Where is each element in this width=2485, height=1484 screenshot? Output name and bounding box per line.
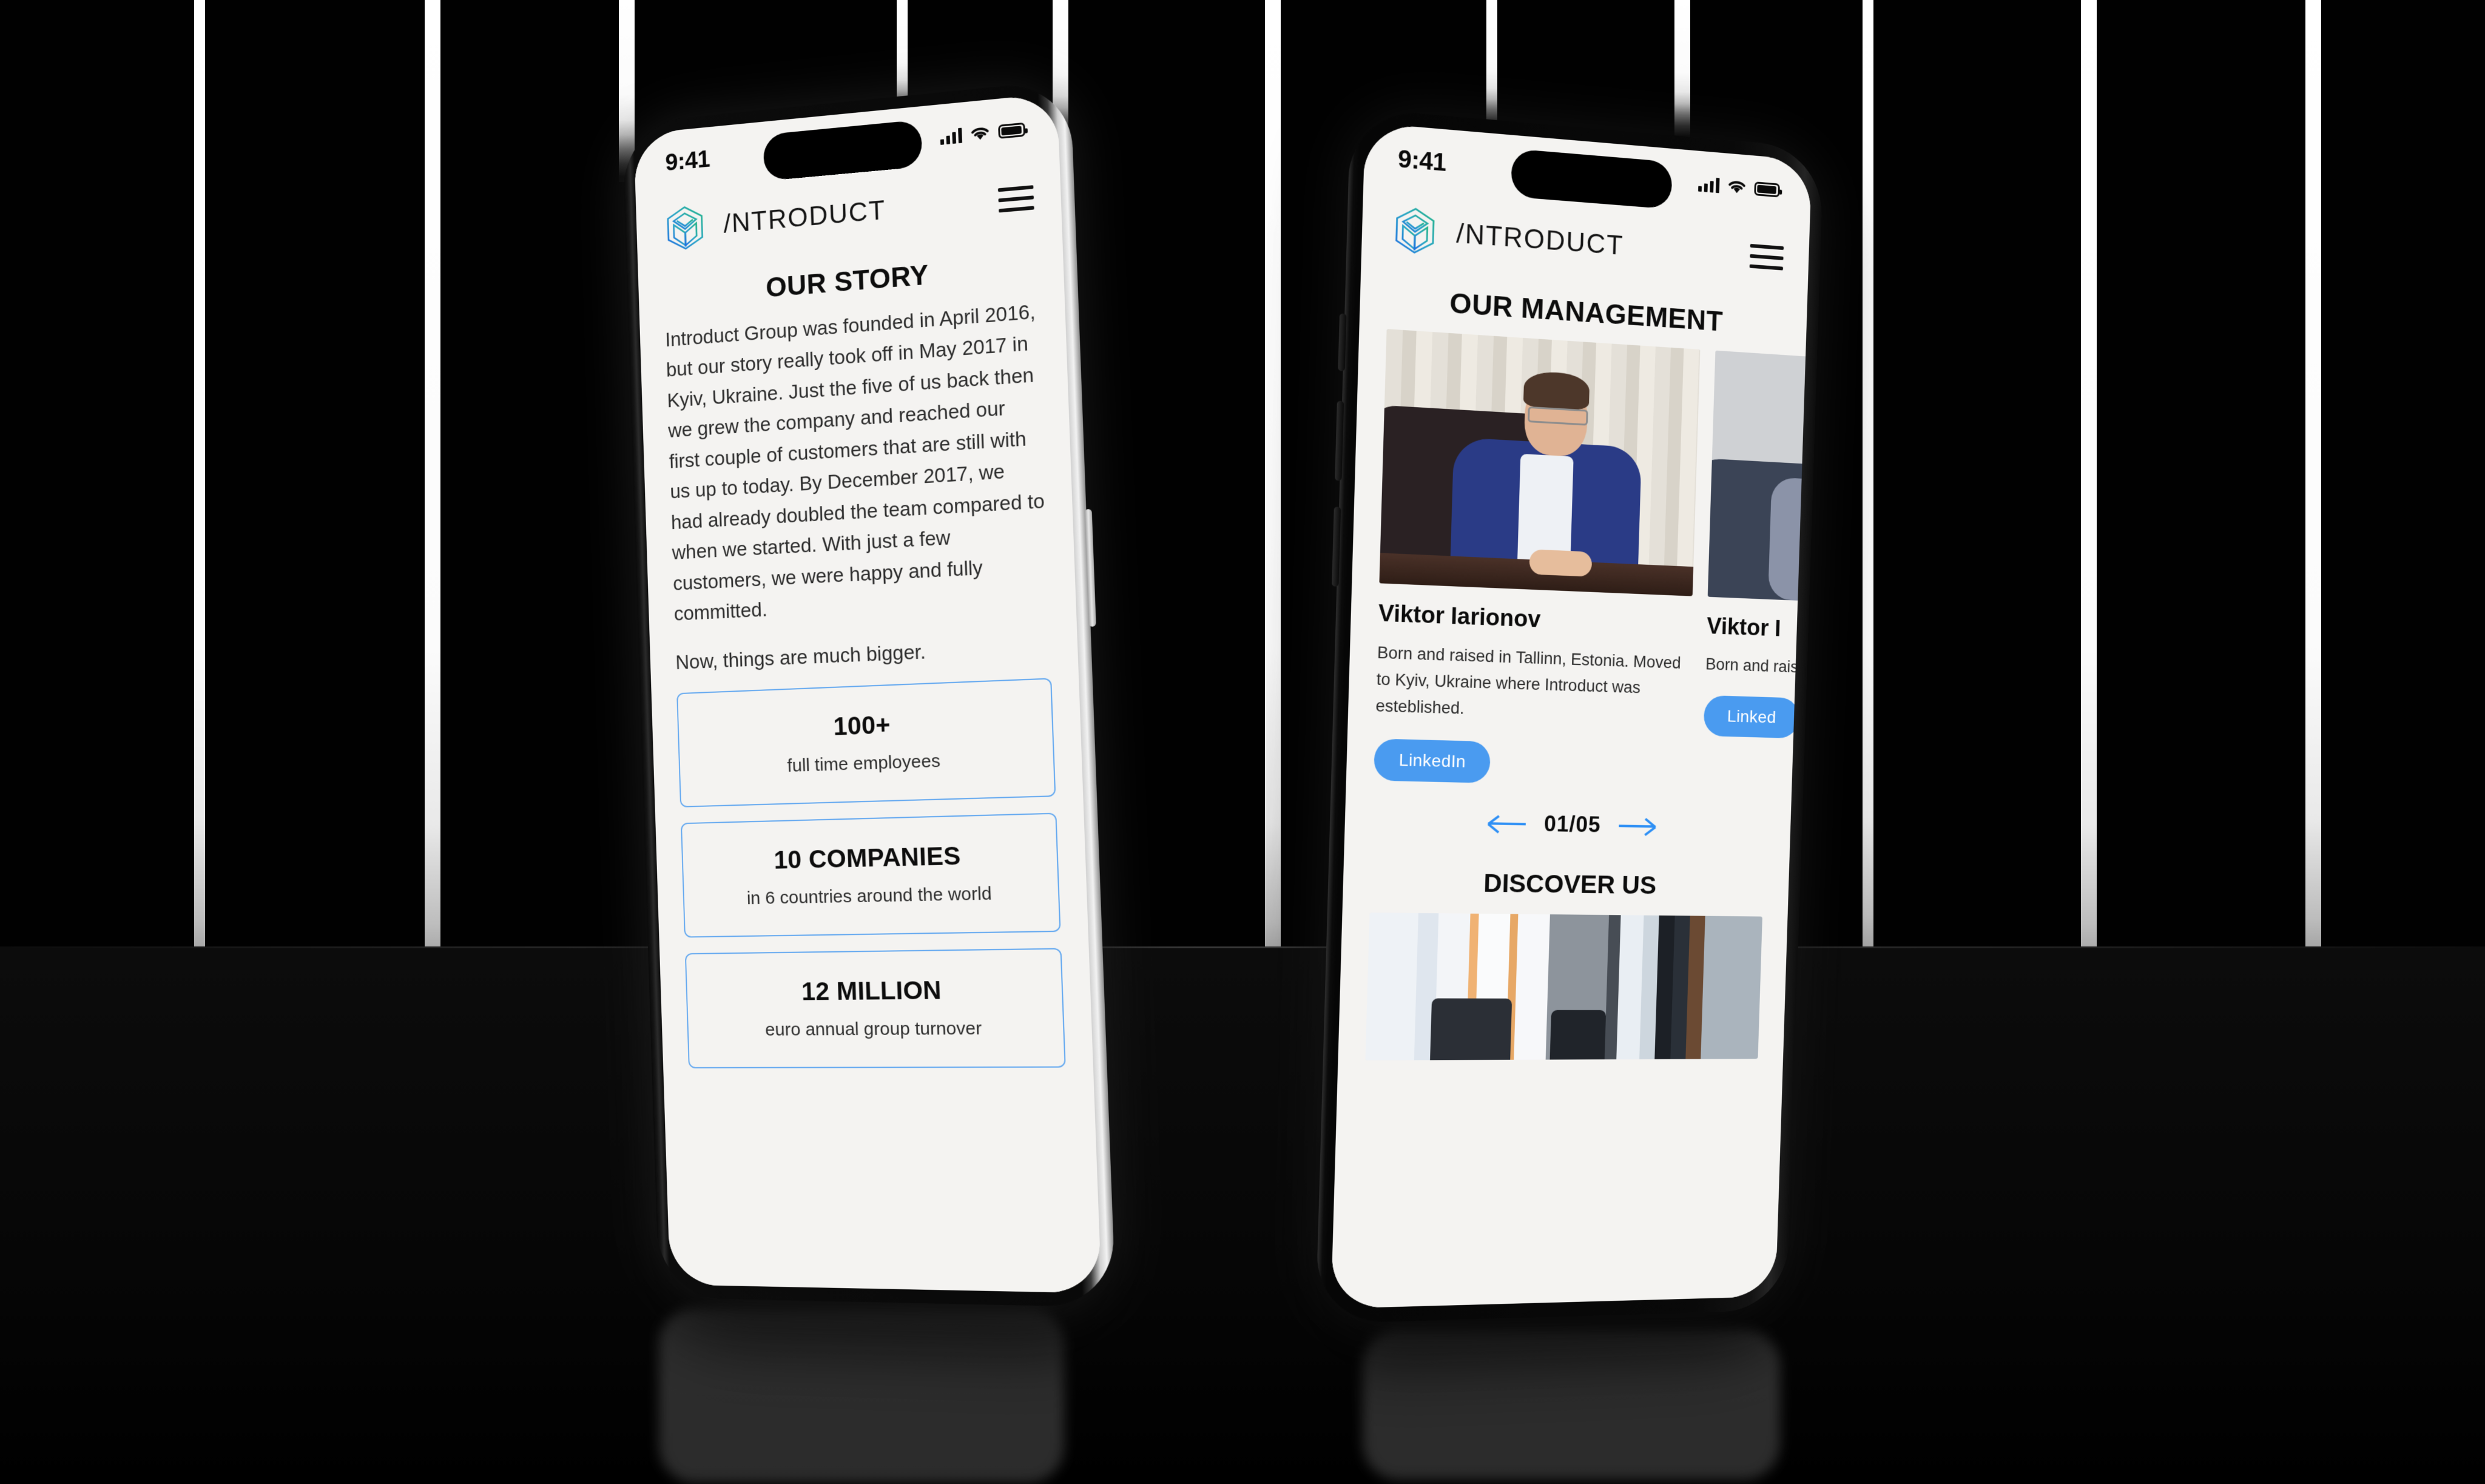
portrait-viktor-iarionov <box>1379 329 1701 596</box>
brand-wordmark: /NTRODUCT <box>723 195 886 239</box>
introduct-logo-mark[interactable] <box>1389 203 1441 258</box>
right-phone-reflection <box>1353 1320 1790 1484</box>
wifi-icon <box>1727 178 1747 195</box>
story-paragraph-2: Now, things are much bigger. <box>675 640 926 673</box>
stat-label: full time employees <box>787 750 941 777</box>
stat-card: 10 COMPANIES in 6 countries around the w… <box>681 812 1061 938</box>
right-phone-screen: 9:41 /NTRODUCT OUR MANAGEMENT Viktor Iar… <box>1330 122 1812 1309</box>
carousel-counter: 01/05 <box>1543 811 1602 837</box>
floor-horizon-line <box>0 946 2485 948</box>
battery-icon <box>1754 181 1780 197</box>
stat-card: 12 MILLION euro annual group turnover <box>684 948 1066 1069</box>
left-phone-device: 9:41 /NTRODUCT OUR STORY Introduct Group… <box>622 79 1116 1307</box>
light-bar <box>1674 0 1690 140</box>
discover-title: DISCOVER US <box>1483 868 1657 899</box>
manager-bio: Born and raised in Tallinn, Estonia. Mov… <box>1375 643 1682 718</box>
linkedin-button[interactable]: LinkedIn <box>1373 738 1491 783</box>
light-bar <box>1486 0 1497 133</box>
arrow-left-icon[interactable] <box>1488 817 1526 834</box>
manager-name: Viktor Iarionov <box>1378 600 1541 633</box>
management-carousel[interactable]: Viktor Iarionov Born and raised in Talli… <box>1346 327 1808 789</box>
stat-label: in 6 countries around the world <box>746 883 993 909</box>
management-card: Viktor Iarionov Born and raised in Talli… <box>1373 329 1701 788</box>
status-clock: 9:41 <box>664 145 710 176</box>
hamburger-menu-icon[interactable] <box>1749 243 1784 271</box>
stat-card: 100+ full time employees <box>676 678 1056 808</box>
stat-number: 100+ <box>832 710 891 741</box>
battery-icon <box>998 122 1026 139</box>
wifi-icon <box>969 124 991 140</box>
linkedin-button[interactable]: Linked <box>1703 695 1800 739</box>
stat-label: euro annual group turnover <box>764 1018 982 1040</box>
brand-wordmark: /NTRODUCT <box>1455 218 1625 261</box>
hamburger-menu-icon[interactable] <box>997 185 1034 213</box>
status-clock: 9:41 <box>1397 144 1447 177</box>
scene-stage: 9:41 /NTRODUCT OUR STORY Introduct Group… <box>0 0 2485 1484</box>
office-interior-photo[interactable] <box>1365 912 1762 1061</box>
left-phone-screen: 9:41 /NTRODUCT OUR STORY Introduct Group… <box>633 93 1102 1293</box>
left-page-content: OUR STORY Introduct Group was founded in… <box>638 231 1101 1293</box>
right-page-content: OUR MANAGEMENT Viktor Iarionov Born and … <box>1331 263 1808 1309</box>
right-phone-device: 9:41 /NTRODUCT OUR MANAGEMENT Viktor Iar… <box>1315 107 1824 1324</box>
cellular-signal-icon <box>1698 176 1720 194</box>
management-card: Viktor I Born and raised in , Linked <box>1702 350 1808 795</box>
carousel-pager: 01/05 <box>1344 807 1791 841</box>
manager-bio: Born and raised in , <box>1705 655 1808 678</box>
portrait-second-manager <box>1707 350 1808 609</box>
stat-number: 10 COMPANIES <box>773 841 962 874</box>
arrow-right-icon[interactable] <box>1619 819 1656 836</box>
introduct-logo-mark[interactable] <box>661 201 709 254</box>
reflective-floor <box>0 946 2485 1484</box>
left-phone-reflection <box>649 1298 1074 1484</box>
cellular-signal-icon <box>940 127 962 145</box>
stat-number: 12 MILLION <box>801 976 942 1006</box>
manager-name: Viktor I <box>1706 613 1781 642</box>
story-paragraph-1: Introduct Group was founded in April 201… <box>664 300 1045 625</box>
